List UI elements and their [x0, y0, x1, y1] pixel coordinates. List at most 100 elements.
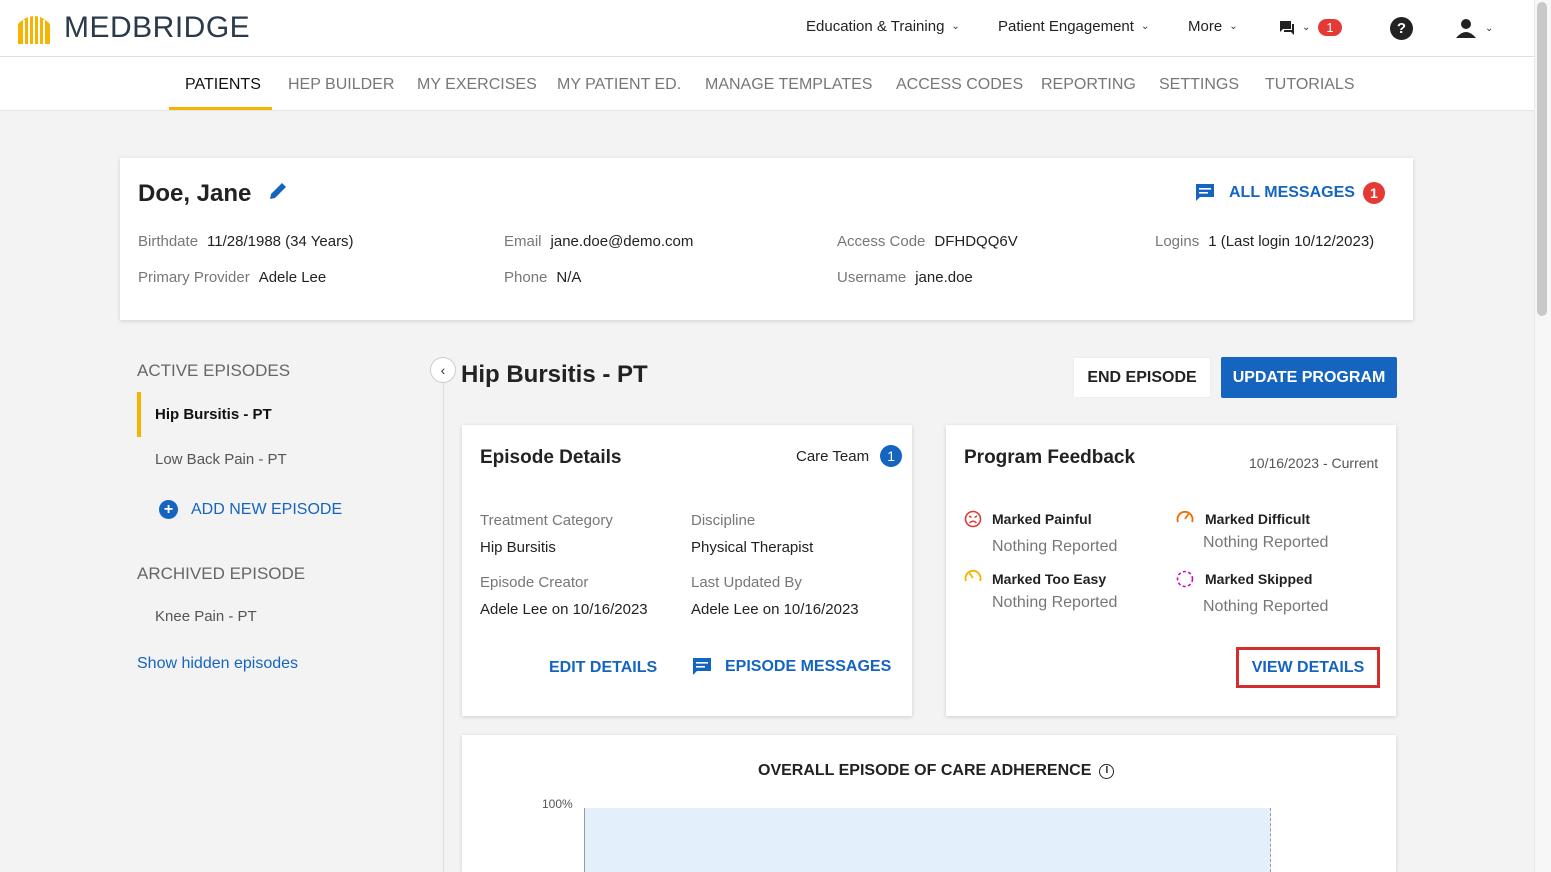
chevron-down-icon: ⌄ — [1140, 21, 1150, 32]
marked-too-easy-label: Marked Too Easy — [992, 571, 1107, 587]
edit-pencil-icon[interactable] — [267, 180, 289, 202]
access-code-field: Access Code DFHDQQ6V — [837, 233, 1018, 250]
episode-creator-value: Adele Lee on 10/16/2023 — [480, 601, 648, 618]
edit-details-button[interactable]: EDIT DETAILS — [549, 659, 657, 677]
care-team-count: 1 — [880, 445, 903, 467]
main-tabs: PATIENTS HEP BUILDER MY EXERCISES MY PAT… — [0, 57, 1534, 111]
y-axis-top-label: 100% — [542, 797, 573, 811]
discipline-value: Physical Therapist — [691, 539, 814, 556]
username-field: Username jane.doe — [837, 269, 973, 286]
account-menu[interactable]: ⌄ — [1456, 18, 1493, 38]
marked-painful-value: Nothing Reported — [992, 538, 1118, 555]
nav-more[interactable]: More ⌄ — [1188, 18, 1238, 35]
email-field: Email jane.doe@demo.com — [504, 233, 693, 250]
chevron-down-icon: ⌄ — [1485, 22, 1494, 34]
episode-title: Hip Bursitis - PT — [461, 361, 648, 388]
adherence-title-text: OVERALL EPISODE OF CARE ADHERENCE — [758, 762, 1092, 779]
tab-reporting[interactable]: REPORTING — [1041, 76, 1136, 94]
tab-my-patient-ed[interactable]: MY PATIENT ED. — [557, 76, 681, 94]
last-updated-label: Last Updated By — [691, 574, 802, 591]
field-value: jane.doe@demo.com — [550, 233, 694, 250]
discipline-label: Discipline — [691, 512, 756, 529]
active-episodes-heading: ACTIVE EPISODES — [137, 361, 291, 380]
tab-manage-templates[interactable]: MANAGE TEMPLATES — [705, 76, 872, 94]
tab-settings[interactable]: SETTINGS — [1159, 76, 1239, 94]
too-easy-gauge-icon — [964, 569, 982, 582]
field-label: Phone — [504, 269, 548, 286]
scrollbar-thumb[interactable] — [1537, 2, 1547, 316]
all-messages-link[interactable]: ALL MESSAGES 1 — [1195, 182, 1385, 204]
field-label: Birthdate — [138, 233, 199, 250]
messages-menu[interactable]: ⌄ 1 — [1279, 19, 1342, 36]
episode-messages-label: EPISODE MESSAGES — [725, 658, 892, 675]
program-feedback-title: Program Feedback — [964, 447, 1136, 468]
adherence-chart-card: OVERALL EPISODE OF CARE ADHERENCE i 100% — [462, 735, 1396, 872]
marked-too-easy-value: Nothing Reported — [992, 594, 1118, 611]
tab-my-exercises[interactable]: MY EXERCISES — [417, 76, 537, 94]
treatment-category-label: Treatment Category — [480, 512, 613, 529]
marked-difficult-label: Marked Difficult — [1205, 511, 1311, 527]
program-feedback-card: Program Feedback 10/16/2023 - Current Ma… — [946, 425, 1396, 716]
add-new-episode-button[interactable]: + ADD NEW EPISODE — [159, 500, 342, 519]
feedback-date-range: 10/16/2023 - Current — [1249, 455, 1379, 471]
episode-creator-label: Episode Creator — [480, 574, 589, 591]
last-updated-value: Adele Lee on 10/16/2023 — [691, 601, 859, 618]
top-bar: MEDBRIDGE Education & Training ⌄ Patient … — [0, 0, 1534, 57]
message-count-badge: 1 — [1318, 19, 1342, 36]
field-label: Username — [837, 269, 907, 286]
field-value: Adele Lee — [258, 269, 327, 286]
field-value: 1 (Last login 10/12/2023) — [1208, 233, 1375, 250]
episode-item-knee-pain[interactable]: Knee Pain - PT — [155, 608, 257, 625]
medbridge-logo-icon — [18, 14, 50, 44]
help-icon[interactable]: ? — [1390, 17, 1413, 40]
nav-patient-engagement[interactable]: Patient Engagement ⌄ — [998, 18, 1149, 35]
field-label: Email — [504, 233, 542, 250]
sidebar-divider — [443, 370, 444, 872]
painful-face-icon — [964, 510, 982, 528]
plus-icon: + — [159, 500, 178, 519]
episode-details-title: Episode Details — [480, 447, 622, 468]
all-messages-label: ALL MESSAGES — [1229, 184, 1355, 201]
care-team-label: Care Team — [796, 447, 870, 465]
nav-education-training[interactable]: Education & Training ⌄ — [806, 18, 960, 35]
show-hidden-episodes-link[interactable]: Show hidden episodes — [137, 655, 298, 673]
tab-tutorials[interactable]: TUTORIALS — [1265, 76, 1355, 94]
tab-hep-builder[interactable]: HEP BUILDER — [288, 76, 394, 94]
patient-name: Doe, Jane — [138, 180, 252, 207]
marked-skipped-value: Nothing Reported — [1203, 598, 1329, 615]
message-icon — [1196, 184, 1214, 201]
tab-access-codes[interactable]: ACCESS CODES — [896, 76, 1023, 94]
end-episode-button[interactable]: END EPISODE — [1073, 357, 1211, 398]
active-tab-indicator — [169, 107, 272, 110]
phone-field: Phone N/A — [504, 269, 581, 286]
field-value: jane.doe — [915, 269, 973, 286]
view-details-button[interactable]: VIEW DETAILS — [1236, 647, 1380, 688]
episode-details-card: Episode Details Care Team 1 Treatment Ca… — [462, 425, 912, 716]
episode-item-hip-bursitis[interactable]: Hip Bursitis - PT — [155, 406, 272, 423]
logins-field: Logins 1 (Last login 10/12/2023) — [1155, 233, 1374, 250]
field-value: N/A — [556, 269, 582, 286]
nav-label: More — [1188, 18, 1223, 35]
primary-provider-field: Primary Provider Adele Lee — [138, 269, 326, 286]
episode-item-low-back-pain[interactable]: Low Back Pain - PT — [155, 451, 287, 468]
chevron-left-icon: ‹ — [440, 362, 446, 378]
archived-episode-heading: ARCHIVED EPISODE — [137, 564, 306, 583]
treatment-category-value: Hip Bursitis — [480, 539, 556, 556]
patient-info-card: Doe, Jane ALL MESSAGES 1 Birthdate 11/28/… — [120, 158, 1413, 320]
episode-messages-button[interactable]: EPISODE MESSAGES — [692, 657, 891, 677]
field-value: 11/28/1988 (34 Years) — [207, 233, 354, 250]
birthdate-field: Birthdate 11/28/1988 (34 Years) — [138, 233, 354, 250]
active-episode-indicator — [137, 392, 141, 437]
medbridge-logo[interactable]: MEDBRIDGE — [16, 10, 250, 46]
chevron-down-icon: ⌄ — [951, 21, 960, 32]
marked-skipped-label: Marked Skipped — [1205, 571, 1313, 587]
nav-label: Patient Engagement — [998, 18, 1134, 35]
info-icon[interactable]: i — [1099, 763, 1115, 779]
skipped-dashed-circle-icon — [1176, 570, 1194, 588]
marked-painful-label: Marked Painful — [992, 511, 1092, 527]
collapse-sidebar-button[interactable]: ‹ — [430, 357, 456, 383]
care-team-link[interactable]: Care Team 1 — [796, 445, 903, 467]
update-program-button[interactable]: UPDATE PROGRAM — [1221, 357, 1397, 398]
tab-patients[interactable]: PATIENTS — [185, 76, 261, 94]
all-messages-count: 1 — [1362, 182, 1385, 204]
